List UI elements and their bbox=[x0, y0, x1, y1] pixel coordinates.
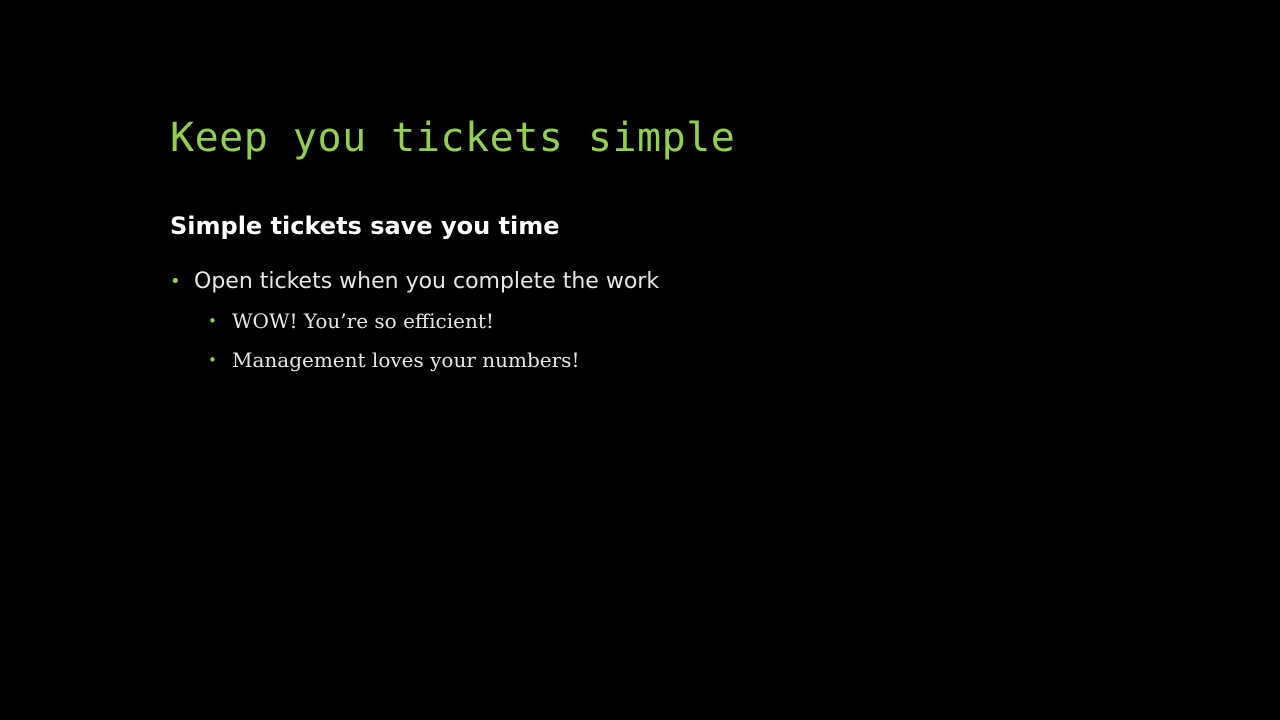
bullet-text: Open tickets when you complete the work bbox=[194, 269, 660, 294]
bullet-list: • Open tickets when you complete the wor… bbox=[170, 266, 659, 384]
slide: Keep you tickets simple Simple tickets s… bbox=[0, 0, 1280, 720]
bullet-icon: • bbox=[208, 312, 217, 330]
sub-bullet-item: • Management loves your numbers! bbox=[170, 345, 659, 375]
slide-subtitle: Simple tickets save you time bbox=[170, 212, 560, 240]
bullet-item: • Open tickets when you complete the wor… bbox=[170, 266, 659, 298]
bullet-icon: • bbox=[170, 271, 181, 292]
sub-bullet-text: Management loves your numbers! bbox=[232, 348, 580, 372]
sub-bullet-item: • WOW! You’re so efficient! bbox=[170, 306, 659, 336]
slide-title: Keep you tickets simple bbox=[170, 115, 736, 161]
bullet-icon: • bbox=[208, 351, 217, 369]
sub-bullet-text: WOW! You’re so efficient! bbox=[232, 309, 494, 333]
